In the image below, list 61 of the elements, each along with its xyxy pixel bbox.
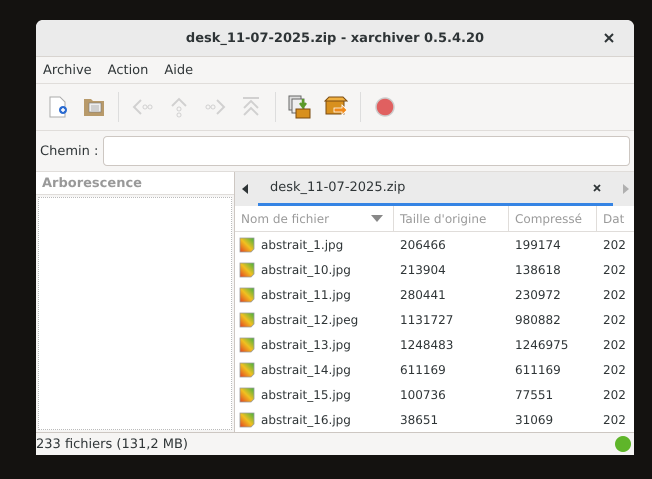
column-label: Taille d'origine	[400, 212, 486, 226]
table-cell-text: 202	[602, 262, 627, 278]
table-cell-text: 1248483	[399, 336, 454, 354]
table-cell-text: 980882	[514, 312, 562, 328]
column-label: Dat	[603, 212, 624, 226]
image-file-icon	[239, 362, 255, 378]
table-cell-text: 213904	[399, 262, 447, 278]
menu-item[interactable]: Archive	[43, 62, 92, 78]
table-cell-text: 206466	[399, 236, 447, 254]
folder-icon[interactable]	[83, 97, 105, 117]
table-cell: abstrait_10.jpg	[235, 257, 394, 282]
path-field[interactable]	[103, 136, 630, 166]
table-cell-text: 202	[602, 336, 627, 354]
table-cell: abstrait_13.jpg	[235, 332, 394, 357]
table-cell-text: 38651	[399, 412, 440, 428]
table-cell-text: 31069	[514, 412, 554, 428]
table-cell-text: 138618	[514, 262, 562, 278]
box-arrow-icon[interactable]	[324, 96, 348, 118]
column-label: Compressé	[515, 212, 582, 226]
table-cell-text: 202	[602, 312, 627, 328]
stop-icon[interactable]	[375, 97, 395, 117]
table-cell-text: 230972	[514, 286, 562, 304]
status-text: 233 fichiers (131,2 MB)	[36, 436, 188, 452]
table-cell-text: 1131727	[399, 312, 454, 328]
image-file-icon	[239, 336, 255, 352]
table-cell: abstrait_11.jpg	[235, 282, 394, 307]
scroll-left-icon[interactable]	[242, 184, 248, 194]
scroll-right-icon[interactable]	[623, 184, 629, 194]
table-cell-text: 100736	[399, 386, 447, 404]
table-cell-text: 77551	[514, 386, 554, 404]
table-cell-text: 202	[602, 362, 627, 378]
table-cell-text: 202	[602, 286, 627, 304]
image-file-icon	[239, 386, 255, 402]
table-cell: abstrait_14.jpg	[235, 357, 394, 382]
tree-header: Arborescence	[36, 172, 234, 195]
image-file-icon	[239, 286, 255, 302]
table-cell-text: 202	[602, 412, 627, 428]
image-file-icon	[239, 312, 255, 328]
close-icon[interactable]	[593, 184, 601, 192]
column-label: Nom de fichier	[241, 212, 330, 226]
table-cell-text: 202	[602, 236, 627, 254]
image-file-icon	[239, 412, 255, 428]
menu-item[interactable]: Aide	[164, 62, 194, 78]
table-cell: abstrait_12.jpeg	[235, 307, 394, 332]
table-cell-text: 611169	[514, 362, 562, 378]
image-file-icon	[239, 236, 255, 252]
close-icon[interactable]	[604, 33, 614, 43]
path-label: Chemin :	[40, 144, 98, 158]
table-cell-text: 280441	[399, 286, 447, 304]
table-cell-text: 1246975	[514, 336, 570, 354]
new-file-icon[interactable]	[48, 96, 68, 118]
image-file-icon	[239, 262, 255, 278]
table-cell: abstrait_16.jpg	[235, 407, 394, 432]
table-cell: abstrait_15.jpg	[235, 382, 394, 407]
table-cell-text: 199174	[514, 236, 562, 254]
extract-box-icon[interactable]	[288, 95, 312, 119]
table-cell-text: 611169	[399, 362, 447, 378]
window-title: desk_11-07-2025.zip - xarchiver 0.5.4.20	[186, 30, 484, 46]
table-cell: abstrait_1.jpg	[235, 232, 394, 257]
menu-item[interactable]: Action	[108, 62, 148, 78]
table-cell-text: 202	[602, 386, 627, 404]
